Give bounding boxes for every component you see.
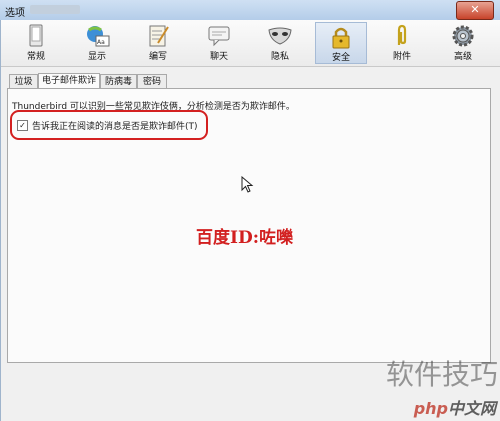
- toolbar-label-privacy: 隐私: [270, 52, 289, 62]
- chat-icon: [208, 26, 230, 47]
- toolbar-label-advanced: 高级: [453, 52, 472, 62]
- toolbar-item-display[interactable]: Aa 显示: [71, 22, 123, 64]
- security-icon: [332, 27, 350, 49]
- toolbar-item-attachment[interactable]: 附件: [376, 22, 428, 64]
- general-icon: [29, 24, 43, 47]
- compose-icon: [149, 25, 169, 47]
- toolbar-item-privacy[interactable]: 隐私: [254, 22, 306, 64]
- toolbar-label-general: 常规: [26, 52, 45, 62]
- mouse-cursor-icon: [241, 176, 254, 193]
- tab-antivirus[interactable]: 防病毒: [100, 74, 137, 89]
- scam-settings-panel: Thunderbird 可以识别一些常见欺诈伎俩，分析检测是否为欺诈邮件。 ✓ …: [7, 88, 491, 363]
- title-bar: 选项 ✕: [0, 0, 500, 20]
- toolbar-label-compose: 编写: [148, 52, 167, 62]
- privacy-icon: [268, 27, 292, 45]
- toolbar-item-compose[interactable]: 编写: [132, 22, 184, 64]
- close-button[interactable]: ✕: [456, 1, 494, 20]
- baidu-id-watermark: 百度ID:咗嚛: [196, 228, 293, 248]
- scam-checkbox-label[interactable]: 告诉我正在阅读的消息是否是欺诈邮件(T): [32, 119, 198, 132]
- cn-logo-text: 中文网: [447, 399, 496, 418]
- scam-checkbox[interactable]: ✓: [17, 120, 28, 131]
- toolbar-item-chat[interactable]: 聊天: [193, 22, 245, 64]
- blurred-title-text: [30, 5, 80, 14]
- toolbar-item-advanced[interactable]: 高级: [437, 22, 489, 64]
- window-title: 选项: [5, 8, 25, 19]
- tips-watermark: 软件技巧: [385, 358, 498, 391]
- php-logo-text: php: [413, 399, 448, 418]
- toolbar-label-display: 显示: [87, 52, 106, 62]
- php-logo-watermark: php中文网: [413, 395, 496, 418]
- display-icon: Aa: [87, 26, 110, 47]
- toolbar-label-security: 安全: [331, 53, 350, 63]
- advanced-icon: [452, 25, 474, 47]
- category-toolbar: 常规 Aa 显示 编写 聊天 隐私 安全 附件 高级: [1, 20, 500, 67]
- toolbar-item-security[interactable]: 安全: [315, 22, 367, 64]
- tab-passwords[interactable]: 密码: [137, 74, 167, 89]
- toolbar-item-general[interactable]: 常规: [10, 22, 62, 64]
- svg-text:Aa: Aa: [97, 39, 105, 46]
- attachment-icon: [397, 24, 407, 45]
- toolbar-label-chat: 聊天: [209, 52, 228, 62]
- tab-junk[interactable]: 垃圾: [9, 74, 38, 89]
- toolbar-label-attachment: 附件: [392, 52, 411, 62]
